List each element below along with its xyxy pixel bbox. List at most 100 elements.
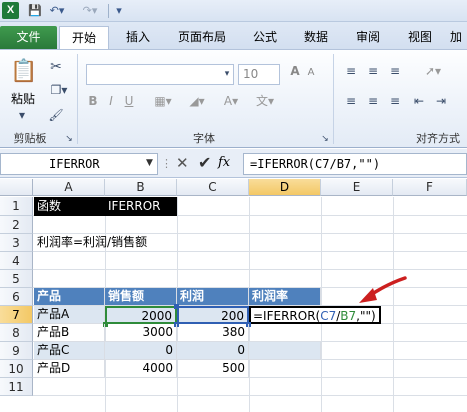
phonetic-icon[interactable]: 文▾ <box>252 94 278 108</box>
row-header-8[interactable]: 8 <box>0 324 33 342</box>
group-label-clipboard: 剪贴板 <box>13 132 47 145</box>
group-label-font: 字体 <box>193 132 215 145</box>
cell-a1[interactable]: 函数 <box>34 197 105 216</box>
underline-icon[interactable]: U <box>122 94 136 108</box>
tab-view[interactable]: 视图 <box>400 26 440 49</box>
fill-color-icon[interactable]: ◢▾ <box>184 94 210 108</box>
align-middle-icon[interactable]: ≡ <box>364 64 382 78</box>
formula-input[interactable]: =IFERROR(C7/B7,"") <box>243 153 467 175</box>
format-painter-icon[interactable]: 🖌 <box>48 108 64 122</box>
column-header-f[interactable]: F <box>393 179 467 196</box>
orientation-icon[interactable]: ➚▾ <box>420 64 446 78</box>
cell-a7[interactable]: 产品A <box>34 306 105 324</box>
cut-icon[interactable]: ✂ <box>48 60 64 74</box>
insert-function-button[interactable]: fx <box>218 155 230 170</box>
cell-a3[interactable]: 利润率=利润/销售额 <box>34 234 147 252</box>
dialog-launcher-icon[interactable]: ↘ <box>320 132 330 146</box>
cell-c10[interactable]: 500 <box>177 360 249 378</box>
row-header-1[interactable]: 1 <box>0 197 33 216</box>
paste-button[interactable]: 粘贴 <box>5 92 41 106</box>
chevron-down-icon[interactable]: ▼ <box>146 158 153 168</box>
font-size-dropdown[interactable]: 10 <box>238 64 280 85</box>
tab-review[interactable]: 审阅 <box>348 26 388 49</box>
align-left-icon[interactable]: ≡ <box>342 94 360 108</box>
cell-b9[interactable]: 0 <box>105 342 177 360</box>
column-header-e[interactable]: E <box>321 179 393 196</box>
cell-c9[interactable]: 0 <box>177 342 249 360</box>
cell-b7[interactable]: 2000 <box>105 306 177 324</box>
undo-icon[interactable]: ↶▾ <box>47 3 67 19</box>
align-center-icon[interactable]: ≡ <box>364 94 382 108</box>
column-header-a[interactable]: A <box>33 179 105 196</box>
tab-page-layout[interactable]: 页面布局 <box>170 26 234 49</box>
ribbon-tabs: 文件 开始 插入 页面布局 公式 数据 审阅 视图 加 <box>0 22 467 49</box>
excel-icon[interactable]: X <box>2 2 19 19</box>
decrease-indent-icon[interactable]: ⇤ <box>410 94 428 108</box>
customize-icon[interactable]: ▾ <box>113 3 125 19</box>
group-label-alignment: 对齐方式 <box>416 132 460 145</box>
row-header-5[interactable]: 5 <box>0 270 33 288</box>
formula-ref-c7: C7 <box>320 309 337 323</box>
formula-bar: IFERROR ▼ ⋮ ✕ ✔ fx =IFERROR(C7/B7,"") <box>0 149 467 178</box>
row-header-2[interactable]: 2 <box>0 216 33 234</box>
tab-formulas[interactable]: 公式 <box>245 26 285 49</box>
annotation-arrow-icon <box>359 276 407 303</box>
cell-b6[interactable]: 销售额 <box>105 288 177 306</box>
cancel-icon[interactable]: ✕ <box>176 154 189 172</box>
cell-b10[interactable]: 4000 <box>105 360 177 378</box>
font-color-icon[interactable]: A▾ <box>218 94 244 108</box>
cell-d6[interactable]: 利润率 <box>249 288 321 306</box>
cell-b1[interactable]: IFERROR <box>105 197 177 216</box>
tab-insert[interactable]: 插入 <box>118 26 158 49</box>
grow-font-icon[interactable]: A <box>288 64 302 78</box>
bold-icon[interactable]: B <box>86 94 100 108</box>
increase-indent-icon[interactable]: ⇥ <box>432 94 450 108</box>
row-header-10[interactable]: 10 <box>0 360 33 378</box>
chevron-down-icon[interactable]: ▾ <box>14 108 30 122</box>
tab-home[interactable]: 开始 <box>59 26 109 49</box>
tab-file[interactable]: 文件 <box>0 26 57 49</box>
select-all-corner[interactable] <box>0 179 33 196</box>
chevron-down-icon[interactable]: ▾ <box>222 67 232 81</box>
cell-a8[interactable]: 产品B <box>34 324 105 342</box>
dialog-launcher-icon[interactable]: ↘ <box>64 132 74 146</box>
cell-c8[interactable]: 380 <box>177 324 249 342</box>
ribbon-home: 📋 粘贴 ▾ ✂ ❐▾ 🖌 剪贴板 ↘ ▾ 10 A A B I U ▦▾ ◢▾… <box>0 49 467 148</box>
cell-a9[interactable]: 产品C <box>34 342 105 360</box>
row-header-9[interactable]: 9 <box>0 342 33 360</box>
name-box[interactable]: IFERROR <box>0 153 158 175</box>
shrink-font-icon[interactable]: A <box>305 66 317 80</box>
font-name-dropdown[interactable] <box>86 64 234 85</box>
save-icon[interactable]: 💾 <box>27 3 43 19</box>
enter-icon[interactable]: ✔ <box>198 153 211 172</box>
cell-a6[interactable]: 产品 <box>34 288 105 306</box>
column-header-b[interactable]: B <box>105 179 177 196</box>
align-bottom-icon[interactable]: ≡ <box>386 64 404 78</box>
row-header-7[interactable]: 7 <box>0 306 33 324</box>
column-header-c[interactable]: C <box>177 179 249 196</box>
formula-part: =IFERROR( <box>253 309 321 323</box>
cell-a10[interactable]: 产品D <box>34 360 105 378</box>
more-icon: ⋮ <box>161 157 172 170</box>
formula-part: ,"") <box>356 309 376 323</box>
cell-c7[interactable]: 200 <box>177 306 249 324</box>
copy-icon[interactable]: ❐▾ <box>48 83 70 97</box>
italic-icon[interactable]: I <box>104 94 118 108</box>
cell-c6[interactable]: 利润 <box>177 288 249 306</box>
row-header-6[interactable]: 6 <box>0 288 33 306</box>
column-header-d[interactable]: D <box>249 179 321 196</box>
tab-data[interactable]: 数据 <box>296 26 336 49</box>
fill-handle[interactable] <box>174 304 179 309</box>
cell-b8[interactable]: 3000 <box>105 324 177 342</box>
align-right-icon[interactable]: ≡ <box>386 94 404 108</box>
redo-icon[interactable]: ↷▾ <box>80 3 100 19</box>
formula-ref-b7: B7 <box>340 309 357 323</box>
row-header-11[interactable]: 11 <box>0 378 33 396</box>
align-top-icon[interactable]: ≡ <box>342 64 360 78</box>
row-header-3[interactable]: 3 <box>0 234 33 252</box>
cell-d9[interactable] <box>249 342 321 360</box>
border-icon[interactable]: ▦▾ <box>150 94 176 108</box>
tab-addins[interactable]: 加 <box>450 26 467 49</box>
row-header-4[interactable]: 4 <box>0 252 33 270</box>
paste-icon[interactable]: 📋 <box>10 58 37 86</box>
